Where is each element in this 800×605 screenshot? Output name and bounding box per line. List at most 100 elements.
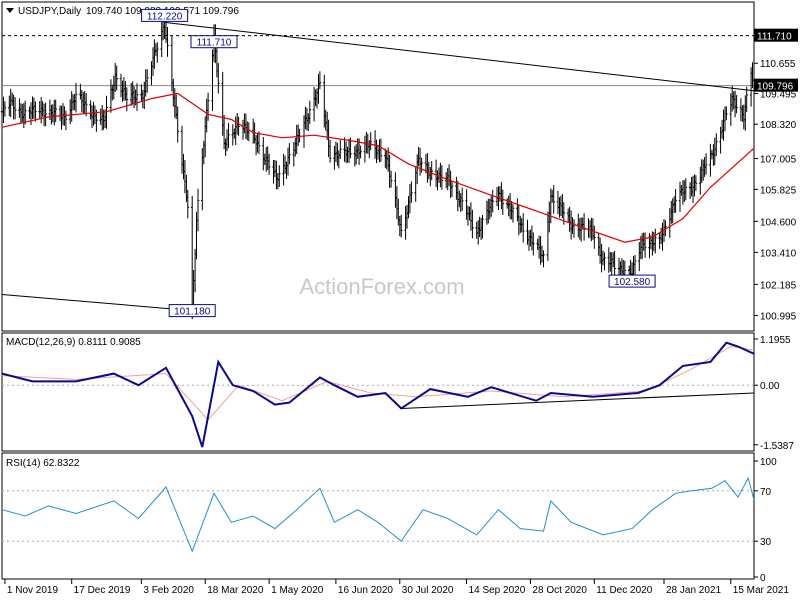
price-bar	[505, 198, 509, 209]
watermark: ActionForex.com	[299, 274, 464, 299]
x-axis: 1 Nov 2019 17 Dec 2019 3 Feb 2020 18 Mar 20…	[4, 579, 790, 596]
price-bar	[719, 126, 722, 154]
price-tick-label: 103.410	[760, 248, 797, 259]
x-tick-label: 1 May 2020	[271, 585, 324, 596]
rsi-panel-frame	[1, 452, 755, 580]
price-bar	[231, 124, 235, 146]
price-bar	[359, 145, 362, 159]
price-trendline-0	[164, 21, 755, 92]
macd-layer	[1, 341, 755, 448]
price-bar	[638, 242, 641, 272]
price-bar	[633, 255, 637, 275]
header-dropdown-icon[interactable]	[6, 8, 14, 13]
price-tick-label: 107.005	[760, 155, 797, 166]
price-bar	[115, 65, 118, 91]
price-bar	[418, 147, 422, 176]
price-bar	[64, 110, 68, 131]
usdjpy-chart: ActionForex.com USDJPY,Daily 109.740 109…	[0, 1, 798, 596]
price-bar	[587, 218, 590, 238]
price-bar	[521, 213, 525, 243]
price-bar	[654, 228, 657, 254]
price-bar	[166, 27, 169, 57]
x-tick-label: 1 Nov 2019	[7, 585, 59, 596]
price-bar	[607, 247, 611, 273]
price-bar	[552, 185, 555, 214]
price-bar	[211, 49, 214, 111]
price-tick-label: 110.655	[760, 59, 796, 70]
price-annotation-label: 112.220	[147, 11, 183, 22]
moving-average-layer	[1, 92, 755, 243]
price-bar	[13, 97, 17, 120]
price-bar	[343, 137, 346, 162]
price-bar	[176, 106, 179, 143]
price-bar	[34, 101, 37, 122]
price-bar	[0, 99, 4, 116]
x-tick-label: 28 Oct 2020	[532, 585, 587, 596]
resistance-price-label: 111.710	[757, 32, 792, 43]
price-bar	[99, 108, 102, 125]
price-bar	[475, 221, 478, 239]
price-bar	[84, 93, 88, 117]
price-bar	[42, 103, 46, 127]
price-bar	[196, 188, 200, 232]
price-bar	[292, 142, 296, 167]
price-trendline-1	[1, 293, 193, 312]
price-bar	[394, 172, 397, 208]
price-bar	[18, 98, 21, 118]
price-annotation-label: 111.710	[197, 38, 232, 49]
price-bar	[526, 219, 529, 245]
price-tick-label: 108.320	[760, 120, 797, 131]
price-bar	[658, 233, 661, 249]
rsi-layer	[1, 476, 755, 553]
rsi-axis: 100 70 30 0	[754, 457, 777, 584]
macd-axis: 1.1955 0.00 -1.5387	[754, 335, 794, 452]
price-tick-label: 102.185	[760, 280, 797, 291]
price-tick-label: 105.825	[760, 185, 797, 196]
price-bar	[68, 99, 72, 125]
chart-container: ActionForex.com USDJPY,Daily 109.740 109…	[0, 0, 800, 605]
macd-tick-label: 1.1955	[760, 335, 791, 346]
x-tick-label: 18 Mar 2020	[207, 585, 264, 596]
x-tick-label: 15 Mar 2021	[733, 585, 790, 596]
price-bar	[542, 250, 545, 268]
price-bar	[38, 101, 41, 119]
price-bar	[491, 189, 494, 213]
price-bar	[308, 100, 312, 124]
price-annotation-label: 101.180	[174, 307, 211, 318]
rsi-title: RSI(14) 62.8322	[6, 458, 80, 469]
price-bar	[44, 102, 47, 127]
macd-tick-label: -1.5387	[760, 441, 794, 452]
price-bar	[376, 145, 380, 160]
price-bar	[735, 95, 738, 114]
price-annotations: 112.220 111.710 101.180 102.580	[141, 8, 656, 318]
x-tick-label: 17 Dec 2019	[74, 585, 131, 596]
price-bar	[414, 166, 417, 202]
current-price-label: 109.796	[757, 82, 794, 93]
rsi-tick-label: 30	[760, 537, 772, 548]
x-tick-label: 11 Dec 2020	[596, 585, 652, 596]
price-bar	[603, 252, 606, 271]
price-bar	[363, 135, 367, 163]
price-bar	[710, 149, 714, 160]
rsi-tick-label: 0	[760, 573, 766, 584]
price-bar	[572, 219, 576, 238]
rsi-tick-label: 100	[760, 457, 777, 468]
price-bar	[688, 182, 692, 199]
price-bar	[556, 190, 560, 215]
price-bar	[227, 123, 230, 149]
price-bar	[709, 143, 712, 177]
rsi-line	[1, 476, 755, 553]
price-bar	[312, 87, 316, 122]
price-bar	[684, 178, 688, 201]
price-tick-label: 104.600	[760, 217, 797, 228]
price-bar	[471, 209, 474, 239]
price-bar	[460, 187, 464, 211]
price-bar	[333, 146, 336, 170]
price-bar	[278, 165, 281, 187]
price-bar	[668, 208, 672, 238]
price-bar	[247, 122, 251, 142]
price-bar	[262, 137, 265, 171]
macd-title: MACD(12,26,9) 0.8111 0.9085	[6, 337, 141, 348]
x-tick-label: 30 Jul 2020	[402, 585, 454, 596]
price-bar	[339, 140, 342, 159]
